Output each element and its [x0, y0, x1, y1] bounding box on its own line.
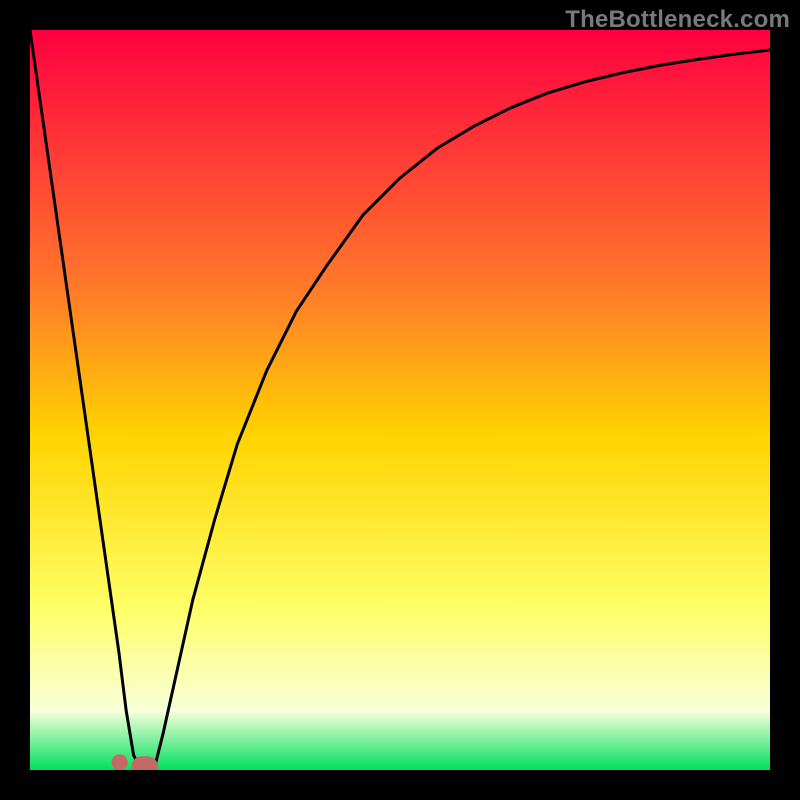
gradient-background: [30, 30, 770, 770]
plot-area: [30, 30, 770, 770]
chart-frame: TheBottleneck.com: [0, 0, 800, 800]
marker-capsule: [132, 756, 158, 770]
marker-dot: [112, 754, 128, 770]
chart-svg: [30, 30, 770, 770]
